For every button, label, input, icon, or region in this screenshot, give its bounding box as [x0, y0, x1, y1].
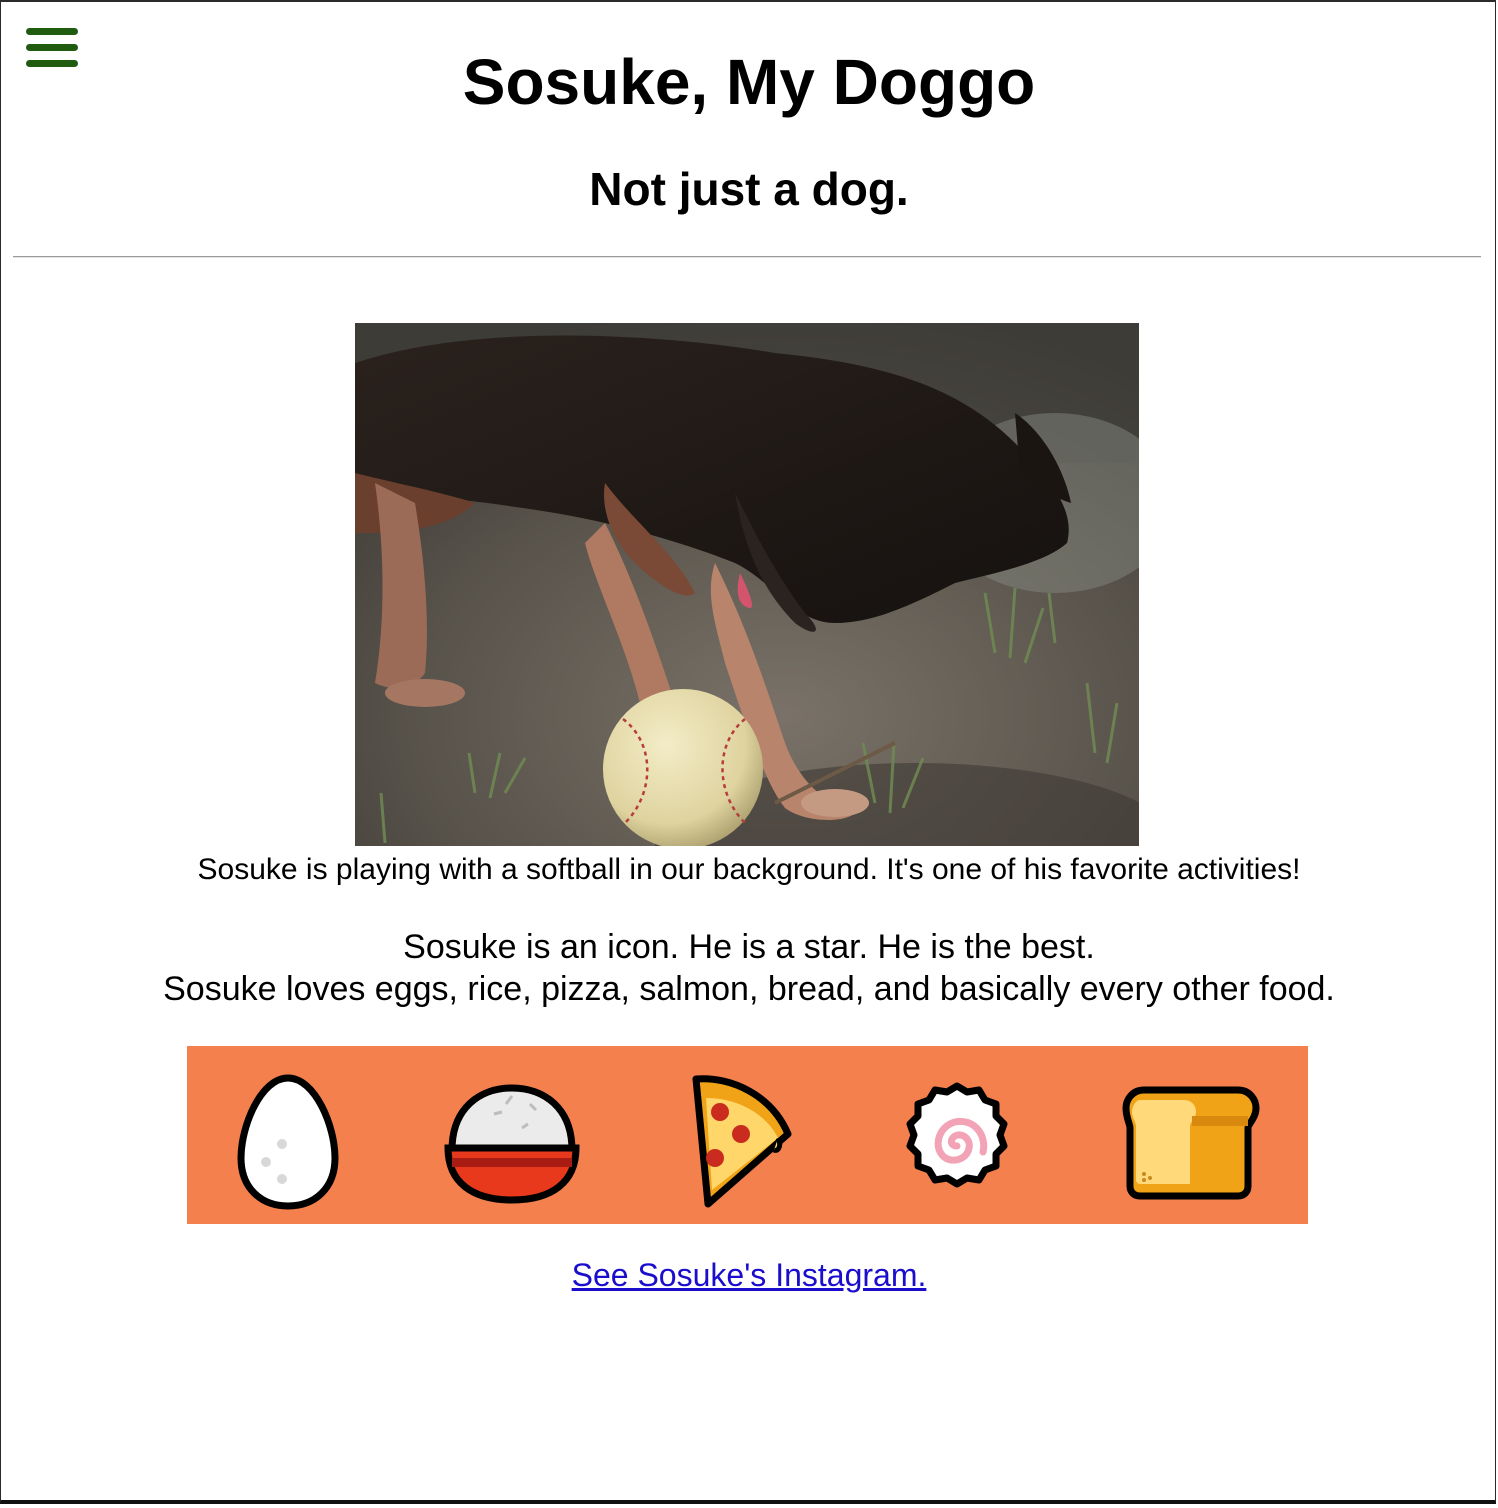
- instagram-link[interactable]: See Sosuke's Instagram.: [572, 1257, 927, 1293]
- menu-bar: [26, 28, 78, 35]
- instagram-link-container: See Sosuke's Instagram.: [0, 1256, 1498, 1294]
- food-icon-strip: [187, 1046, 1308, 1224]
- fish-cake-icon: [906, 1082, 1008, 1188]
- page-subtitle: Not just a dog.: [589, 163, 909, 215]
- bio-line: Sosuke loves eggs, rice, pizza, salmon, …: [163, 970, 1335, 1008]
- pizza-slice-icon: [692, 1075, 792, 1208]
- photo-caption: Sosuke is playing with a softball in our…: [197, 853, 1301, 886]
- egg-icon: [237, 1074, 339, 1210]
- bio-text: Sosuke is an icon. He is a star. He is t…: [0, 926, 1498, 1010]
- rice-bowl-icon: [444, 1084, 580, 1204]
- dog-photo: [355, 323, 1139, 846]
- bread-loaf-icon: [1122, 1086, 1260, 1200]
- page-title: Sosuke, My Doggo: [462, 46, 1036, 118]
- header-divider: [13, 256, 1481, 258]
- bio-line: Sosuke is an icon. He is a star. He is t…: [403, 928, 1095, 966]
